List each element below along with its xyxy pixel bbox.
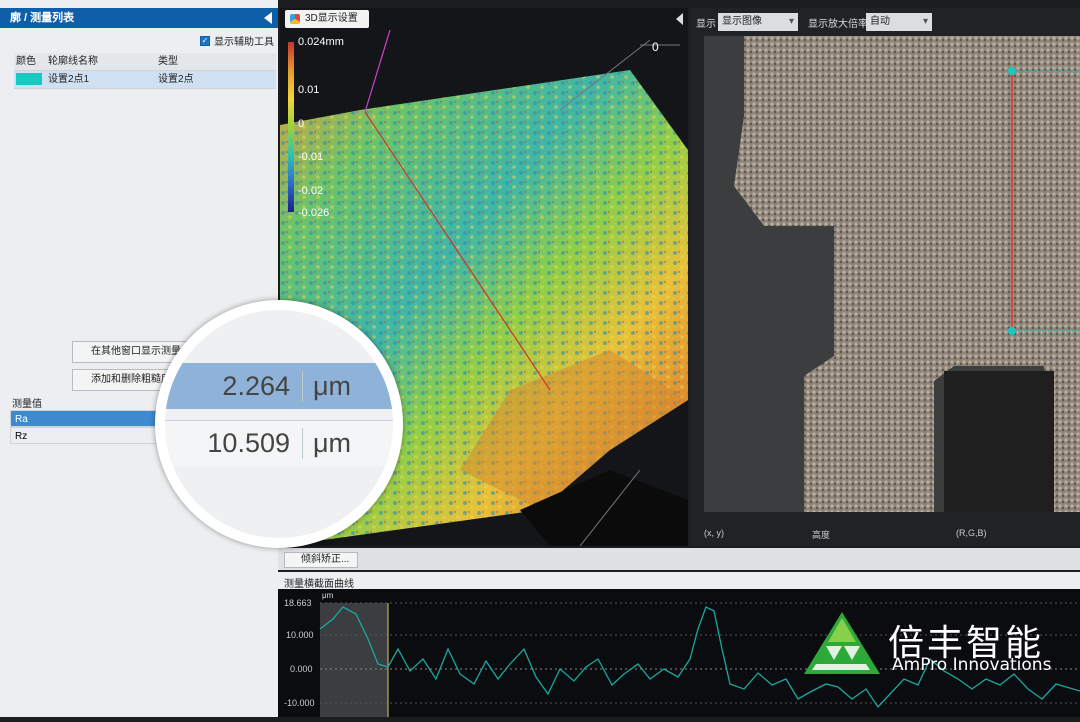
leveling-button[interactable]: 倾斜矫正...	[284, 552, 358, 568]
row-type: 设置2点	[158, 74, 194, 85]
sample-photo[interactable]	[704, 36, 1080, 512]
color-scale-bar	[288, 42, 294, 212]
rz-value: 10.509	[165, 428, 303, 459]
collapse-icon[interactable]	[264, 12, 272, 24]
row-name: 设置2点1	[48, 74, 90, 85]
bottom-toolbar	[278, 548, 1080, 570]
measure-point[interactable]	[1008, 327, 1016, 335]
ra-zoom-row: 2.264 μm	[165, 363, 393, 409]
measure-point[interactable]	[1008, 67, 1016, 75]
magnifier-callout: 2.264 μm 10.509 μm	[155, 300, 403, 548]
status-xy: (x, y)	[704, 528, 724, 538]
scale-label: 0	[298, 118, 305, 130]
measurement-label: 测量值	[12, 399, 42, 410]
profile-table: 颜色 轮廓线名称 类型 设置2点1 设置2点	[14, 53, 276, 89]
ra-unit: μm	[313, 370, 352, 401]
y-axis-unit: μm	[322, 591, 334, 600]
zoom-label: 显示放大倍率	[808, 19, 868, 30]
table-header-row: 颜色 轮廓线名称 类型	[14, 53, 276, 71]
cube-icon	[290, 14, 300, 24]
table-row[interactable]: 设置2点1 设置2点	[14, 71, 276, 89]
y-tick: 0.000	[290, 664, 313, 674]
status-height: 高度	[812, 530, 831, 540]
show-tools-checkbox[interactable]: ✓ 显示辅助工具	[200, 33, 274, 48]
panel-title: 廓 / 测量列表	[10, 12, 75, 24]
scale-label: 0.024mm	[298, 36, 344, 48]
column-header-color: 颜色	[16, 56, 36, 67]
rz-unit: μm	[313, 428, 352, 458]
table-row[interactable]: Rz	[10, 427, 160, 444]
display-select[interactable]: 显示图像	[718, 13, 798, 31]
scale-label: -0.01	[298, 151, 324, 163]
display-label: 显示	[696, 19, 716, 30]
ampro-logo-icon	[804, 612, 880, 674]
scale-label: -0.026	[298, 207, 330, 219]
selection-band	[320, 603, 388, 717]
scale-label: 0.01	[298, 84, 320, 96]
zoom-select[interactable]: 自动	[866, 13, 932, 31]
rz-zoom-row: 10.509 μm	[165, 420, 393, 466]
scale-label: -0.02	[298, 185, 324, 197]
rz-label: Rz	[15, 431, 28, 442]
table-row[interactable]: Ra	[10, 410, 160, 427]
y-tick: -10.000	[284, 698, 315, 708]
column-header-name: 轮廓线名称	[48, 56, 98, 67]
y-tick: 18.663	[284, 598, 312, 608]
status-rgb: (R,G,B)	[956, 528, 987, 538]
logo-english: AmPro Innovations	[892, 655, 1052, 675]
profile-header	[278, 572, 1080, 589]
part-hole	[944, 371, 1054, 512]
y-tick: 10.000	[286, 630, 314, 640]
collapse-arrow-icon[interactable]	[676, 13, 683, 25]
panel-header: 廓 / 测量列表	[0, 8, 278, 28]
ra-label: Ra	[15, 414, 28, 425]
measurement-table: Ra Rz	[10, 410, 160, 444]
checkbox-checked-icon[interactable]: ✓	[200, 35, 210, 46]
profile-title: 测量横截面曲线	[284, 579, 354, 590]
column-header-type: 类型	[158, 56, 178, 67]
color-swatch	[16, 73, 42, 85]
ra-value: 2.264	[165, 370, 303, 402]
axis-label: 0	[652, 40, 659, 54]
image-toolbar: 显示 显示图像 显示放大倍率 自动	[690, 12, 1080, 32]
show-tools-label: 显示辅助工具	[214, 37, 274, 48]
